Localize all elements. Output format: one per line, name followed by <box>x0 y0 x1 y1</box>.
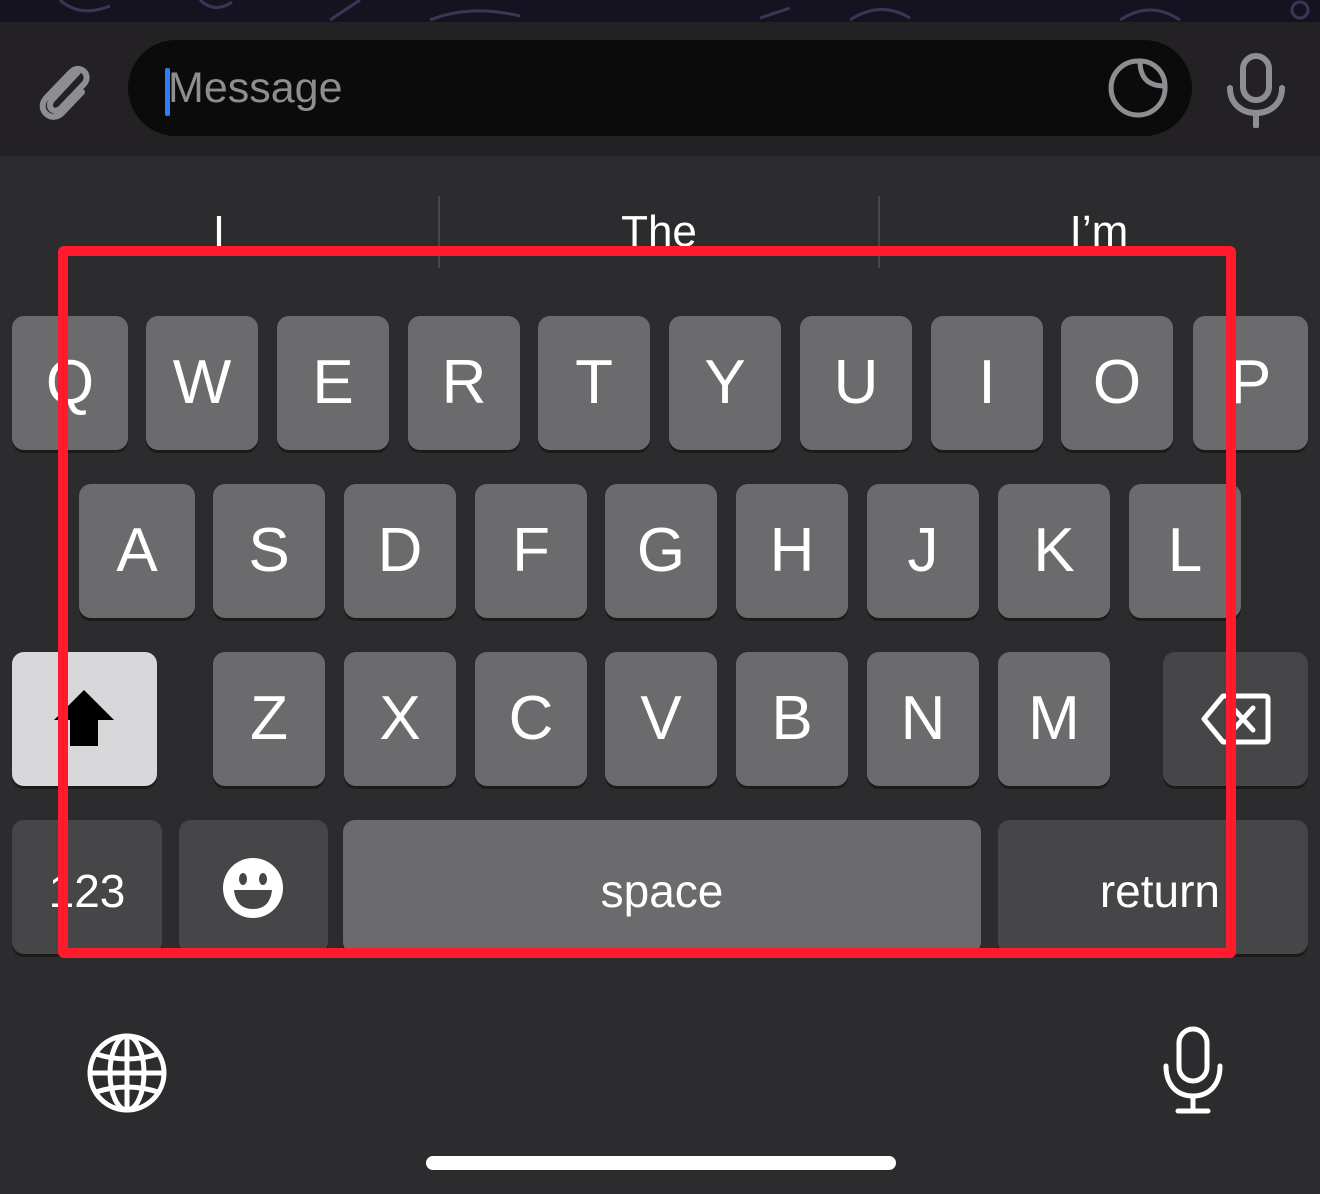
keyboard: I The I’m Q W E R T Y U I O P A S D F G … <box>0 156 1320 1194</box>
sticker-button[interactable] <box>1106 56 1170 120</box>
message-composer: Message <box>0 22 1320 156</box>
sticker-icon <box>1108 58 1168 118</box>
key-t[interactable]: T <box>538 316 650 450</box>
return-key-label: return <box>1099 865 1220 917</box>
key-d[interactable]: D <box>344 484 456 618</box>
key-y[interactable]: Y <box>669 316 781 450</box>
key-h[interactable]: H <box>736 484 848 618</box>
key-g[interactable]: G <box>605 484 717 618</box>
key-i[interactable]: I <box>931 316 1043 450</box>
microphone-icon <box>1163 1026 1223 1114</box>
message-input[interactable]: Message <box>128 40 1192 136</box>
delete-icon <box>1201 693 1271 745</box>
key-c[interactable]: C <box>475 652 587 786</box>
attach-button[interactable] <box>26 52 102 128</box>
key-k[interactable]: K <box>998 484 1110 618</box>
key-f[interactable]: F <box>475 484 587 618</box>
key-m[interactable]: M <box>998 652 1110 786</box>
key-p[interactable]: P <box>1193 316 1308 450</box>
numbers-key-label: 123 <box>48 865 126 917</box>
key-n[interactable]: N <box>867 652 979 786</box>
numbers-key[interactable]: 123 <box>12 820 162 954</box>
telegram-keyboard-screen: Message I The I’m Q W E R T Y U I O P A … <box>0 0 1320 1194</box>
globe-button[interactable] <box>86 1032 168 1114</box>
key-o[interactable]: O <box>1061 316 1173 450</box>
chat-wallpaper <box>0 0 1320 22</box>
space-key[interactable]: space <box>343 820 981 954</box>
predictive-bar: I The I’m <box>0 196 1320 268</box>
space-key-label: space <box>600 865 724 917</box>
key-e[interactable]: E <box>277 316 389 450</box>
return-key[interactable]: return <box>998 820 1308 954</box>
home-indicator[interactable] <box>426 1156 896 1170</box>
suggestion-2[interactable]: The <box>440 196 878 268</box>
key-a[interactable]: A <box>79 484 195 618</box>
key-r[interactable]: R <box>408 316 520 450</box>
message-placeholder: Message <box>168 64 343 112</box>
voice-message-button[interactable] <box>1222 52 1290 129</box>
key-z[interactable]: Z <box>213 652 325 786</box>
key-x[interactable]: X <box>344 652 456 786</box>
key-q[interactable]: Q <box>12 316 128 450</box>
key-v[interactable]: V <box>605 652 717 786</box>
key-s[interactable]: S <box>213 484 325 618</box>
microphone-icon <box>1227 53 1285 129</box>
key-j[interactable]: J <box>867 484 979 618</box>
suggestion-1[interactable]: I <box>0 196 438 268</box>
delete-key[interactable] <box>1163 652 1308 786</box>
paperclip-icon <box>39 65 90 120</box>
shift-icon <box>54 690 114 746</box>
suggestion-3[interactable]: I’m <box>880 196 1318 268</box>
shift-key[interactable] <box>12 652 157 786</box>
globe-icon <box>87 1033 167 1113</box>
key-b[interactable]: B <box>736 652 848 786</box>
key-w[interactable]: W <box>146 316 258 450</box>
emoji-key[interactable] <box>179 820 328 954</box>
dictation-button[interactable] <box>1158 1026 1228 1116</box>
key-l[interactable]: L <box>1129 484 1241 618</box>
emoji-icon <box>223 858 283 918</box>
key-u[interactable]: U <box>800 316 912 450</box>
